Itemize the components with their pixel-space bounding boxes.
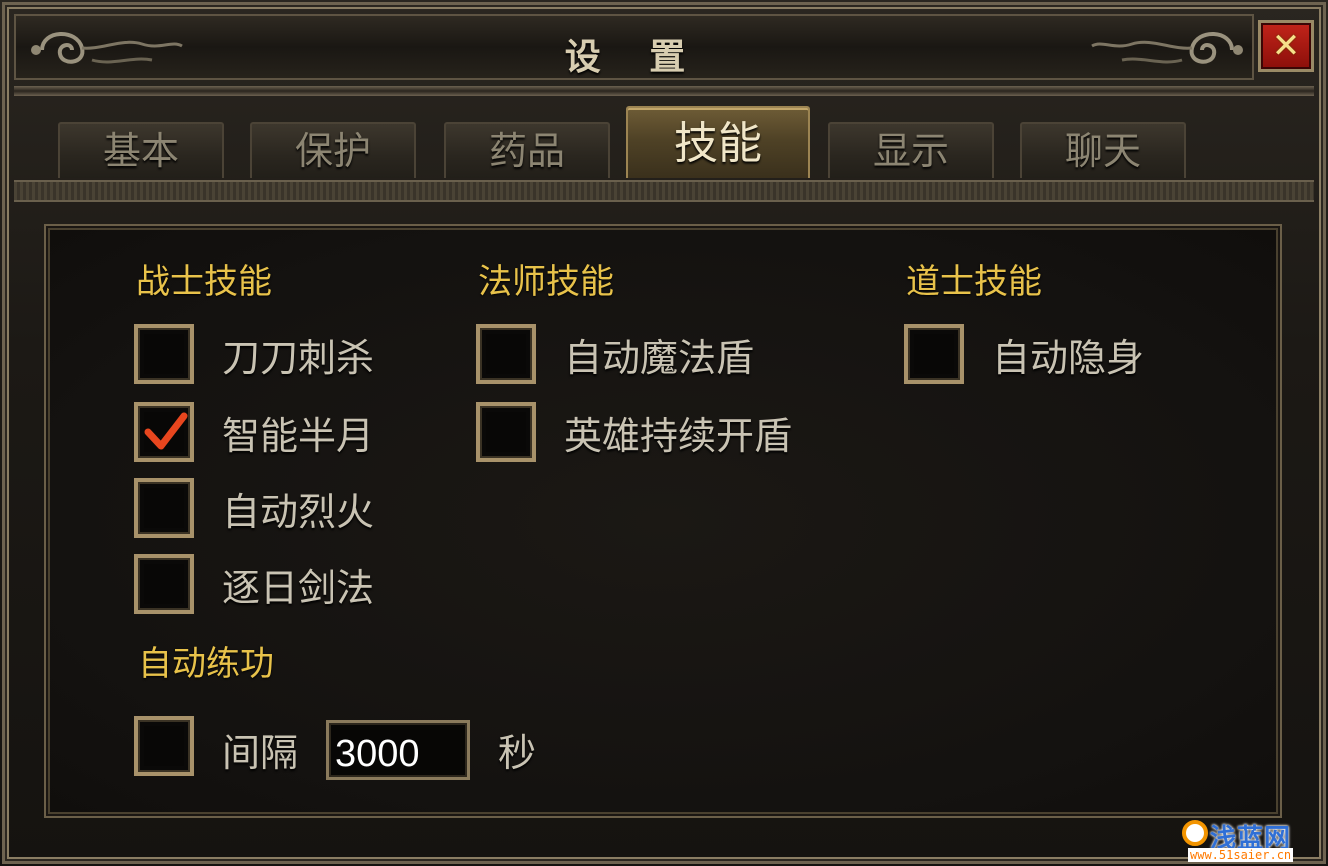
checkbox-row-slaying[interactable]: 刀刀刺杀: [134, 324, 374, 384]
sun-chaser-label: 逐日剑法: [222, 565, 375, 610]
checkbox-row-half-moon[interactable]: 智能半月: [134, 402, 374, 462]
window-title: 设 置: [564, 36, 704, 78]
hero-shield-checkbox[interactable]: [476, 402, 536, 462]
hero-shield-label: 英雄持续开盾: [564, 413, 793, 458]
checkbox-row-magic-shield[interactable]: 自动魔法盾: [476, 324, 754, 384]
scroll-ornament-right-icon: [1091, 32, 1243, 64]
seconds-label: 秒: [498, 731, 537, 775]
magic-shield-label: 自动魔法盾: [564, 335, 755, 380]
auto-practice-heading: 自动练功: [138, 644, 274, 684]
magic-shield-checkbox[interactable]: [476, 324, 536, 384]
tab-chat[interactable]: 聊天: [1020, 122, 1186, 178]
interval-label: 间隔: [222, 731, 299, 775]
taoist-skills-heading: 道士技能: [906, 262, 1042, 302]
close-icon: ✕: [1271, 26, 1301, 66]
flaming-sword-checkbox[interactable]: [134, 478, 194, 538]
warrior-skills-heading: 战士技能: [136, 262, 272, 302]
slaying-checkbox[interactable]: [134, 324, 194, 384]
site-watermark: 浅蓝网 www.51saier.cn: [1180, 818, 1326, 866]
checkbox-row-stealth[interactable]: 自动隐身: [904, 324, 1144, 384]
watermark-url: www.51saier.cn: [1188, 848, 1294, 862]
checkbox-row-flaming-sword[interactable]: 自动烈火: [134, 478, 374, 538]
watermark-logo-icon: [1182, 820, 1208, 846]
title-bar[interactable]: 设 置: [14, 14, 1254, 80]
flaming-sword-label: 自动烈火: [222, 489, 375, 534]
title-divider: [14, 86, 1314, 96]
stealth-checkbox[interactable]: [904, 324, 964, 384]
close-button[interactable]: ✕: [1258, 20, 1314, 72]
slaying-label: 刀刀刺杀: [222, 335, 375, 380]
sun-chaser-checkbox[interactable]: [134, 554, 194, 614]
checkbox-row-auto-practice[interactable]: [134, 716, 194, 776]
tab-potions[interactable]: 药品: [444, 122, 610, 178]
tab-divider: [14, 180, 1314, 202]
tab-protection[interactable]: 保护: [250, 122, 416, 178]
interval-input[interactable]: [326, 720, 470, 780]
checkbox-row-hero-shield[interactable]: 英雄持续开盾: [476, 402, 792, 462]
half-moon-checkbox[interactable]: [134, 402, 194, 462]
checkbox-row-sun-chaser[interactable]: 逐日剑法: [134, 554, 374, 614]
checkmark-icon: [144, 412, 188, 450]
half-moon-label: 智能半月: [222, 413, 375, 458]
stealth-label: 自动隐身: [992, 335, 1145, 380]
auto-practice-checkbox[interactable]: [134, 716, 194, 776]
settings-window: 设 置 ✕ 基本 保护 药品 技能 显示 聊天 战士技能 刀刀刺杀 智能半月 自…: [0, 0, 1328, 866]
tab-skills[interactable]: 技能: [626, 106, 810, 178]
mage-skills-heading: 法师技能: [478, 262, 614, 302]
tab-bar: 基本 保护 药品 技能 显示 聊天: [14, 100, 1314, 182]
tab-display[interactable]: 显示: [828, 122, 994, 178]
tab-basic[interactable]: 基本: [58, 122, 224, 178]
